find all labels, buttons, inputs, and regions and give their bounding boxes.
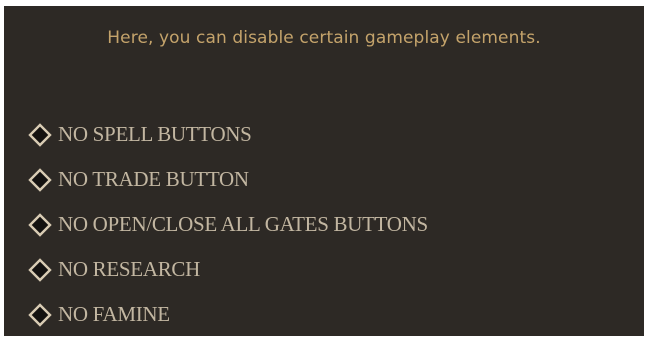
option-label: NO OPEN/CLOSE ALL GATES BUTTONS [58,212,428,236]
option-no-open-close-all-gates-buttons[interactable]: NO OPEN/CLOSE ALL GATES BUTTONS [28,202,428,247]
diamond-checkbox-icon[interactable] [28,257,52,282]
option-no-trade-button[interactable]: NO TRADE BUTTON [28,157,428,202]
option-label: NO TRADE BUTTON [58,167,249,191]
option-label: NO RESEARCH [58,257,200,281]
info-text: Here, you can disable certain gameplay e… [107,28,541,48]
option-label: NO FAMINE [58,302,170,326]
diamond-checkbox-icon[interactable] [28,212,52,237]
option-no-spell-buttons[interactable]: NO SPELL BUTTONS [28,112,428,157]
option-no-research[interactable]: NO RESEARCH [28,247,428,292]
diamond-checkbox-icon[interactable] [28,167,52,192]
gameplay-options-list: NO SPELL BUTTONS NO TRADE BUTTON NO OPEN… [28,112,428,337]
settings-panel: Here, you can disable certain gameplay e… [4,6,644,336]
option-no-famine[interactable]: NO FAMINE [28,292,428,337]
option-label: NO SPELL BUTTONS [58,122,252,146]
diamond-checkbox-icon[interactable] [28,302,52,327]
diamond-checkbox-icon[interactable] [28,122,52,147]
